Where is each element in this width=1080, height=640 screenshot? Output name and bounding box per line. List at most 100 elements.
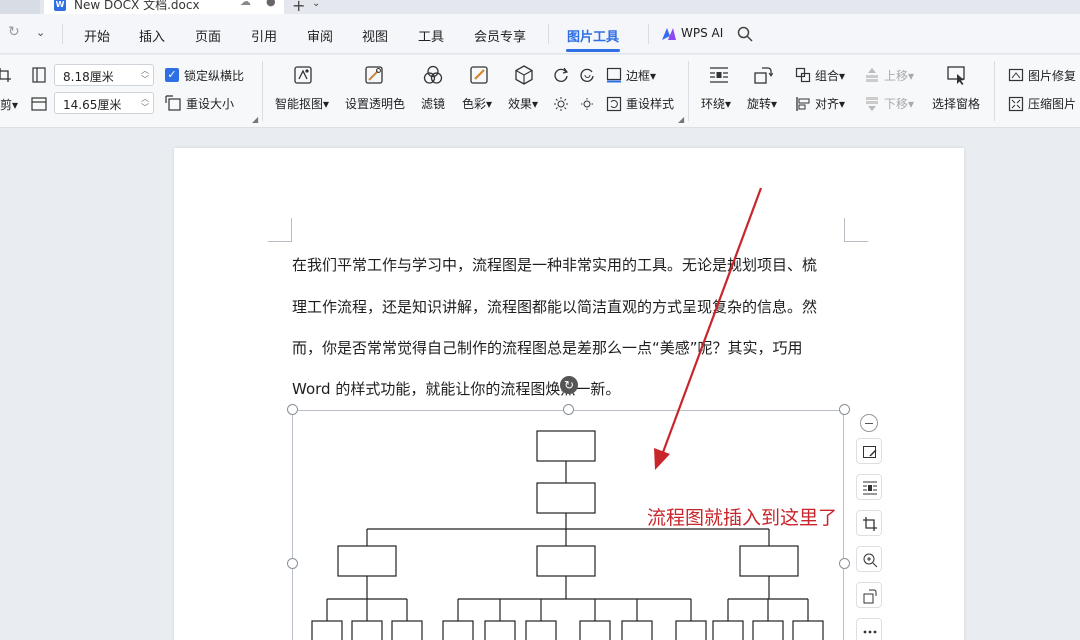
tab-document[interactable]: W New DOCX 文档.docx ☁ ● (44, 0, 284, 14)
flowchart-box (621, 620, 653, 640)
selection-pane-icon[interactable] (946, 65, 966, 85)
wrap-text-icon[interactable] (709, 65, 729, 85)
menu-review[interactable]: 审阅 (307, 26, 333, 45)
height-stepper-icon[interactable]: ︿ ﹀ (141, 94, 149, 112)
size-dialog-launcher-icon[interactable]: ◢ (252, 115, 258, 124)
effect-button[interactable]: 效果▾ (508, 95, 538, 112)
redo-icon[interactable]: ↻ (8, 24, 20, 40)
send-backward-icon[interactable] (864, 96, 880, 112)
resize-handle-left[interactable] (287, 558, 298, 569)
cloud-sync-icon[interactable]: ☁ (240, 0, 251, 8)
tab-previous[interactable] (0, 0, 40, 14)
reset-style-button[interactable]: 重设样式 (626, 95, 674, 112)
rotate-icon[interactable] (753, 65, 773, 85)
collapse-toolbar-icon[interactable] (860, 414, 878, 432)
resize-handle-top-left[interactable] (287, 404, 298, 415)
reset-style-icon[interactable] (606, 96, 622, 112)
search-icon[interactable] (737, 26, 753, 42)
more-options-button[interactable] (856, 618, 882, 640)
resize-handle-top[interactable] (563, 404, 574, 415)
menu-insert[interactable]: 插入 (139, 26, 165, 45)
contrast-down-icon[interactable] (579, 67, 595, 83)
document-page[interactable]: 在我们平常工作与学习中，流程图是一种非常实用的工具。无论是规划项目、梳 理工作流… (174, 148, 964, 640)
compress-picture-button[interactable]: 压缩图片 (1028, 95, 1076, 112)
border-button[interactable]: 边框▾ (626, 67, 656, 84)
menu-home[interactable]: 开始 (84, 26, 110, 45)
menu-wps-ai[interactable]: WPS AI (681, 26, 723, 40)
crop-label[interactable]: 剪▾ (0, 96, 18, 113)
smart-cutout-button[interactable]: 智能抠图▾ (275, 95, 329, 112)
menu-bar: ↻ ⌄ 开始 插入 页面 引用 审阅 视图 工具 会员专享 图片工具 WPS A… (0, 14, 1080, 54)
height-icon (31, 97, 47, 111)
flowchart-box (712, 620, 744, 640)
reset-size-icon[interactable] (165, 95, 181, 111)
crop-button[interactable] (856, 510, 882, 536)
width-stepper-icon[interactable]: ︿ ﹀ (141, 66, 149, 84)
word-doc-icon: W (54, 0, 66, 11)
smart-cutout-icon[interactable] (293, 65, 313, 85)
flowchart-box (739, 545, 799, 577)
new-tab-plus-icon[interactable]: + (292, 0, 305, 14)
chevron-down-icon[interactable]: ⌄ (312, 0, 320, 9)
quick-access-chevron-icon[interactable]: ⌄ (36, 26, 45, 39)
style-dialog-launcher-icon[interactable]: ◢ (678, 115, 684, 124)
picture-repair-button[interactable]: 图片修复 (1028, 67, 1076, 84)
resize-handle-right[interactable] (839, 558, 850, 569)
color-button[interactable]: 色彩▾ (462, 95, 492, 112)
close-tab-icon[interactable]: ● (266, 0, 276, 8)
transparent-color-icon[interactable] (364, 65, 384, 85)
filter-icon[interactable] (423, 65, 443, 85)
move-up-button[interactable]: 上移▾ (884, 67, 914, 84)
ribbon-divider (994, 61, 995, 121)
flowchart-box (311, 620, 343, 640)
group-button[interactable]: 组合▾ (815, 67, 845, 84)
wrap-button[interactable]: 环绕▾ (701, 95, 731, 112)
zoom-preview-button[interactable] (856, 546, 882, 572)
width-input[interactable]: 8.18厘米 ︿ ﹀ (54, 64, 154, 86)
edit-picture-icon (863, 446, 877, 458)
brightness-up-icon[interactable] (553, 96, 569, 112)
edit-picture-button[interactable] (856, 438, 882, 464)
lock-ratio-checkbox[interactable]: ✓ (165, 68, 179, 82)
crop-icon[interactable] (0, 67, 12, 83)
ribbon-divider (688, 61, 689, 121)
picture-repair-icon[interactable] (1008, 67, 1024, 83)
annotation-text: 流程图就插入到这里了 (647, 507, 838, 529)
align-button[interactable]: 对齐▾ (815, 95, 845, 112)
menu-page[interactable]: 页面 (195, 26, 221, 45)
reset-size-label[interactable]: 重设大小 (186, 95, 234, 112)
rotate-handle-icon[interactable]: ↻ (560, 376, 578, 394)
paragraph-line: 而，你是否常常觉得自己制作的流程图总是差那么一点“美感”呢？其实，巧用 (292, 339, 803, 357)
bring-forward-icon[interactable] (864, 67, 880, 83)
tab-strip: W New DOCX 文档.docx ☁ ● + ⌄ (0, 0, 1080, 14)
paragraph-line: 理工作流程，还是知识讲解，流程图都能以简洁直观的方式呈现复杂的信息。然 (292, 298, 818, 316)
tab-title: New DOCX 文档.docx (74, 0, 200, 12)
menu-divider (648, 24, 649, 44)
align-icon[interactable] (795, 96, 811, 112)
menu-view[interactable]: 视图 (362, 26, 388, 45)
brightness-down-icon[interactable] (579, 96, 595, 112)
color-icon[interactable] (469, 65, 489, 85)
contrast-up-icon[interactable] (553, 67, 569, 83)
crop-icon (863, 517, 877, 531)
menu-tools[interactable]: 工具 (418, 26, 444, 45)
flowchart-box (337, 545, 397, 577)
effect-icon[interactable] (514, 65, 534, 85)
height-input[interactable]: 14.65厘米 ︿ ﹀ (54, 92, 154, 114)
menu-picture-tools[interactable]: 图片工具 (567, 26, 619, 45)
border-icon[interactable] (606, 67, 622, 83)
filter-button[interactable]: 滤镜 (421, 95, 445, 112)
rotate-icon (863, 589, 877, 604)
menu-member[interactable]: 会员专享 (474, 26, 526, 45)
move-down-button[interactable]: 下移▾ (884, 95, 914, 112)
menu-references[interactable]: 引用 (251, 26, 277, 45)
selection-pane-button[interactable]: 选择窗格 (932, 95, 980, 112)
group-icon[interactable] (795, 67, 811, 83)
resize-handle-top-right[interactable] (839, 404, 850, 415)
layout-options-button[interactable] (856, 474, 882, 500)
transparent-color-button[interactable]: 设置透明色 (345, 95, 405, 112)
rotate-picture-button[interactable] (856, 582, 882, 608)
lock-ratio-label[interactable]: 锁定纵横比 (184, 67, 244, 84)
rotate-button[interactable]: 旋转▾ (747, 95, 777, 112)
compress-picture-icon[interactable] (1008, 96, 1024, 112)
